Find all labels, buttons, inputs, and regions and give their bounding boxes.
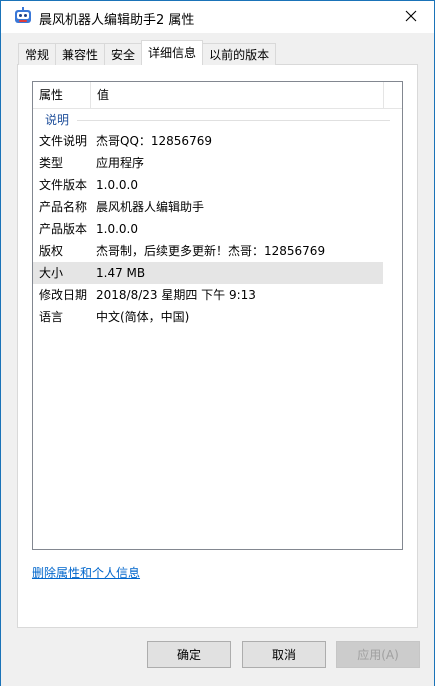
list-item[interactable]: 产品名称 晨风机器人编辑助手 [33, 196, 383, 218]
cancel-button[interactable]: 取消 [242, 641, 326, 668]
list-item[interactable]: 版权 杰哥制，后续更多更新！杰哥：12856769 [33, 240, 383, 262]
list-header: 属性 值 [33, 82, 402, 109]
window-title: 晨风机器人编辑助手2 属性 [39, 13, 195, 28]
list-item[interactable]: 文件说明 杰哥QQ：12856769 [33, 130, 383, 152]
property-name: 文件说明 [39, 134, 88, 148]
property-value: 晨风机器人编辑助手 [96, 200, 205, 214]
tab-general[interactable]: 常规 [18, 43, 57, 65]
property-name: 文件版本 [39, 178, 88, 192]
property-name: 产品名称 [39, 200, 88, 214]
list-item-selected[interactable]: 大小 1.47 MB [33, 262, 383, 284]
property-value: 应用程序 [96, 156, 145, 170]
ok-button[interactable]: 确定 [147, 641, 231, 668]
property-name: 语言 [39, 310, 64, 324]
property-value: 杰哥QQ：12856769 [96, 134, 212, 148]
column-header-property[interactable]: 属性 [33, 82, 91, 108]
remove-properties-link[interactable]: 删除属性和个人信息 [32, 564, 140, 581]
list-item[interactable]: 产品版本 1.0.0.0 [33, 218, 383, 240]
property-value: 2018/8/23 星期四 下午 9:13 [96, 288, 256, 302]
list-item[interactable]: 类型 应用程序 [33, 152, 383, 174]
tab-security[interactable]: 安全 [104, 43, 143, 65]
property-name: 类型 [39, 156, 64, 170]
list-rows: 文件说明 杰哥QQ：12856769 类型 应用程序 文件版本 1.0.0.0 … [33, 130, 402, 328]
close-button[interactable] [394, 1, 428, 31]
property-name: 大小 [39, 266, 64, 280]
tab-previous-versions[interactable]: 以前的版本 [202, 43, 277, 65]
list-item[interactable]: 修改日期 2018/8/23 星期四 下午 9:13 [33, 284, 383, 306]
column-header-value[interactable]: 值 [91, 82, 384, 108]
property-value: 杰哥制，后续更多更新！杰哥：12856769 [96, 244, 326, 258]
tab-details[interactable]: 详细信息 [141, 40, 204, 65]
group-label: 说明 [45, 112, 74, 128]
property-value: 1.0.0.0 [96, 178, 138, 192]
property-value: 中文(简体，中国) [96, 310, 190, 324]
tab-strip: 常规 兼容性 安全 详细信息 以前的版本 [18, 40, 277, 65]
properties-window: 晨风机器人编辑助手2 属性 常规 兼容性 安全 详细信息 以前的版本 属性 值 … [0, 0, 435, 686]
list-item[interactable]: 文件版本 1.0.0.0 [33, 174, 383, 196]
property-name: 修改日期 [39, 288, 88, 302]
details-list[interactable]: 属性 值 说明 文件说明 杰哥QQ：12856769 类型 应用程序 文件版本 … [32, 81, 403, 550]
property-name: 产品版本 [39, 222, 88, 236]
title-bar[interactable]: 晨风机器人编辑助手2 属性 [1, 1, 434, 33]
robot-app-icon [15, 7, 31, 23]
group-divider [77, 120, 390, 121]
close-icon[interactable] [405, 10, 417, 22]
list-item[interactable]: 语言 中文(简体，中国) [33, 306, 383, 328]
property-name: 版权 [39, 244, 64, 258]
property-value: 1.0.0.0 [96, 222, 138, 236]
property-value: 1.47 MB [96, 266, 146, 280]
apply-button[interactable]: 应用(A) [336, 641, 420, 668]
group-header-description: 说明 [33, 112, 402, 128]
tab-compatibility[interactable]: 兼容性 [55, 43, 106, 65]
